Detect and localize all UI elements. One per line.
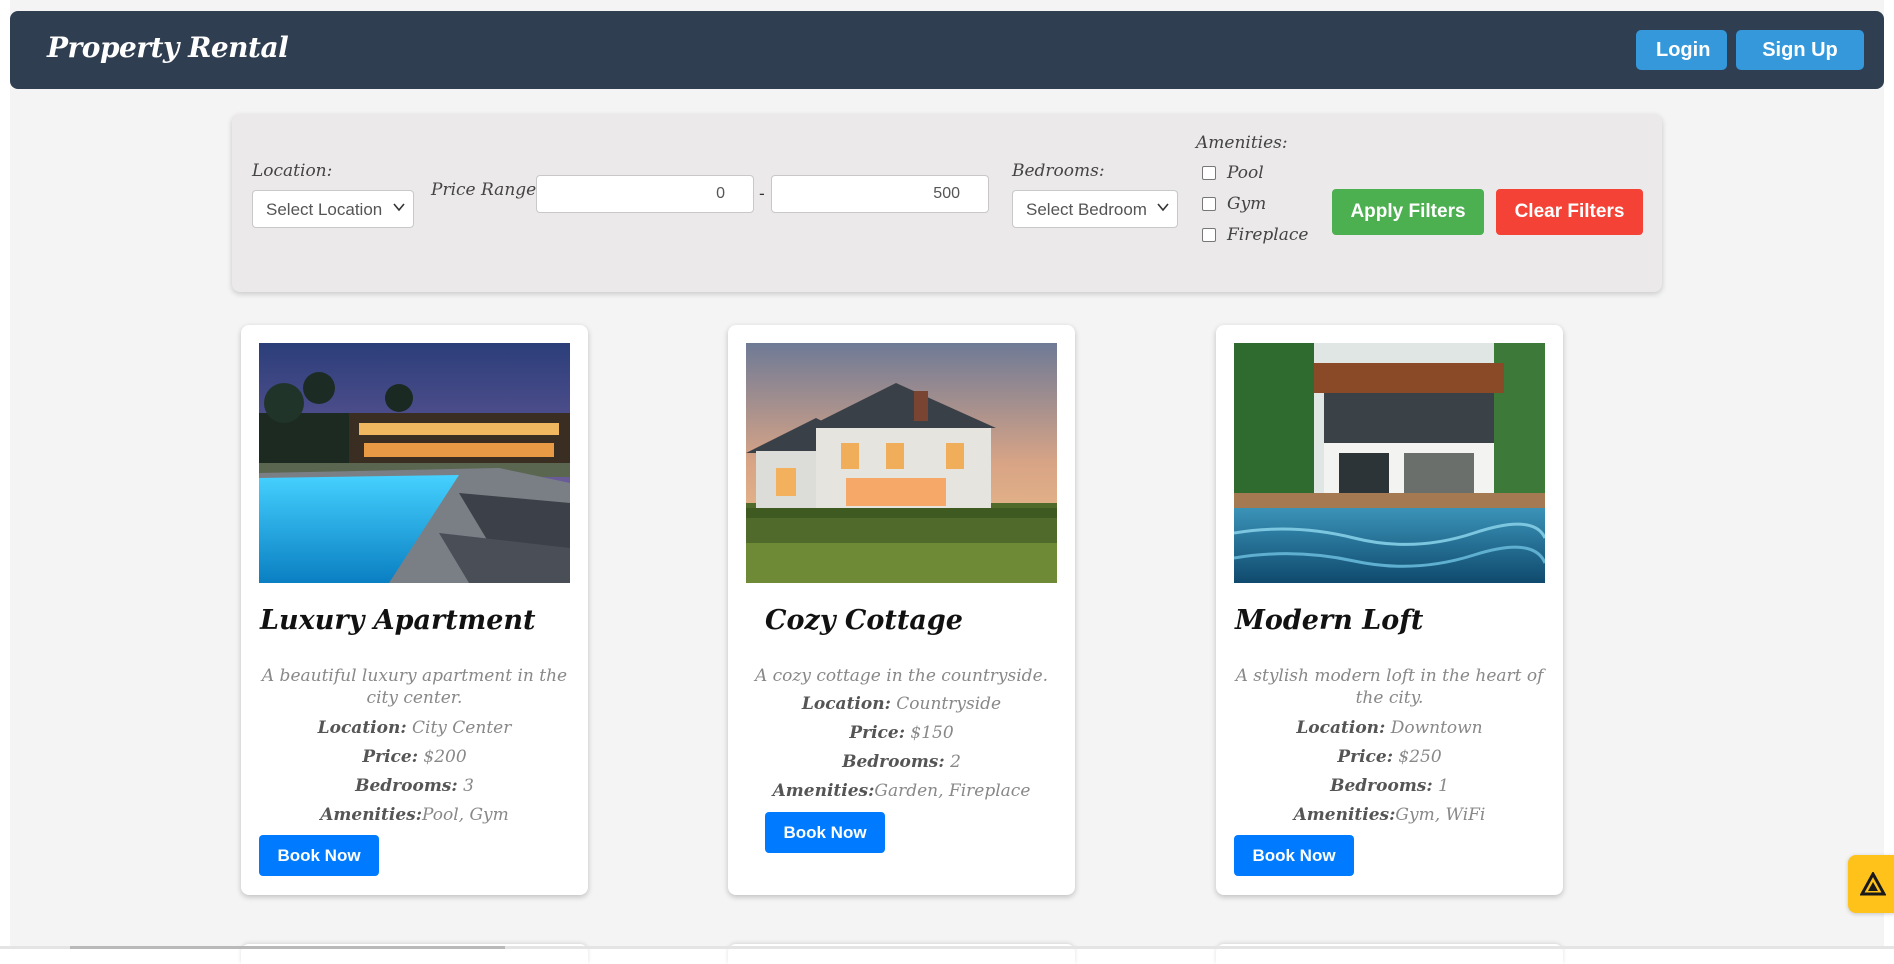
- location-value: City Center: [412, 718, 512, 738]
- property-location: Location: City Center: [241, 718, 588, 738]
- bedrooms-key: Bedrooms:: [355, 776, 458, 796]
- property-price: Price: $150: [728, 723, 1075, 743]
- amenities-key: Amenities:: [772, 781, 875, 801]
- property-card-luxury-apartment: Luxury Apartment A beautiful luxury apar…: [241, 325, 588, 895]
- property-description: A beautiful luxury apartment in the city…: [261, 666, 568, 708]
- chevron-down-icon: [393, 200, 405, 217]
- amenity-checkbox-pool[interactable]: [1202, 166, 1216, 180]
- property-location: Location: Countryside: [728, 694, 1075, 714]
- amenities-key: Amenities:: [320, 805, 422, 825]
- property-description: A stylish modern loft in the heart of th…: [1235, 666, 1544, 708]
- property-image-modern-house: [1234, 343, 1545, 583]
- location-key: Location:: [801, 694, 891, 714]
- filter-panel: Location: Select Location Price Range: -…: [232, 114, 1662, 292]
- amenity-label-pool: Pool: [1227, 163, 1264, 183]
- amenities-value: Gym, WiFi: [1395, 805, 1486, 825]
- price-value: $250: [1398, 747, 1442, 767]
- price-value: $200: [423, 747, 467, 767]
- amenities-key: Amenities:: [1293, 805, 1396, 825]
- floating-help-widget[interactable]: [1848, 855, 1894, 913]
- property-amenities: Amenities:Garden, Fireplace: [728, 781, 1075, 801]
- property-bedrooms: Bedrooms: 3: [241, 776, 588, 796]
- property-amenities: Amenities:Pool, Gym: [241, 805, 588, 825]
- amenity-checkbox-gym[interactable]: [1202, 197, 1216, 211]
- book-now-button[interactable]: Book Now: [1234, 835, 1354, 876]
- price-key: Price:: [849, 723, 905, 743]
- property-bedrooms: Bedrooms: 2: [728, 752, 1075, 772]
- price-key: Price:: [362, 747, 418, 767]
- price-key: Price:: [1337, 747, 1393, 767]
- bedrooms-select[interactable]: Select Bedroom: [1012, 190, 1178, 228]
- location-value: Countryside: [896, 694, 1002, 714]
- property-bedrooms: Bedrooms: 1: [1216, 776, 1563, 796]
- property-price: Price: $250: [1216, 747, 1563, 767]
- location-key: Location:: [317, 718, 407, 738]
- signup-button[interactable]: Sign Up: [1736, 30, 1864, 70]
- price-max-input[interactable]: [771, 175, 989, 213]
- bedrooms-key: Bedrooms:: [842, 752, 945, 772]
- brand-logo-text[interactable]: Property Rental: [47, 31, 289, 64]
- location-value: Downtown: [1390, 718, 1483, 738]
- bedrooms-value: 1: [1438, 776, 1449, 796]
- amenity-checkbox-fireplace[interactable]: [1202, 228, 1216, 242]
- amenities-value: Pool, Gym: [422, 805, 509, 825]
- location-select[interactable]: Select Location: [252, 190, 414, 228]
- location-label: Location:: [252, 161, 333, 181]
- property-location: Location: Downtown: [1216, 718, 1563, 738]
- bedrooms-key: Bedrooms:: [1330, 776, 1433, 796]
- login-button[interactable]: Login: [1636, 30, 1727, 70]
- property-description: A cozy cottage in the countryside.: [754, 666, 1049, 686]
- property-image-pool-villa: [259, 343, 570, 583]
- clear-filters-button[interactable]: Clear Filters: [1496, 189, 1643, 235]
- property-card-cozy-cottage: Cozy Cottage A cozy cottage in the count…: [728, 325, 1075, 895]
- navbar: Property Rental Login Sign Up: [10, 11, 1884, 89]
- property-title: Modern Loft: [1235, 605, 1424, 636]
- price-min-input[interactable]: [536, 175, 754, 213]
- property-image-cottage: [746, 343, 1057, 583]
- property-price: Price: $200: [241, 747, 588, 767]
- price-range-label: Price Range:: [431, 180, 542, 200]
- chevron-down-icon: [1157, 200, 1169, 217]
- property-title: Luxury Apartment: [260, 605, 536, 636]
- bedrooms-label: Bedrooms:: [1012, 161, 1105, 181]
- triangle-logo-icon: [1860, 872, 1886, 896]
- book-now-button[interactable]: Book Now: [765, 812, 885, 853]
- bedrooms-select-value: Select Bedroom: [1026, 200, 1147, 219]
- book-now-button[interactable]: Book Now: [259, 835, 379, 876]
- amenities-value: Garden, Fireplace: [874, 781, 1031, 801]
- price-value: $150: [910, 723, 954, 743]
- amenity-label-fireplace: Fireplace: [1227, 225, 1309, 245]
- price-separator: -: [759, 184, 765, 203]
- property-card-modern-loft: Modern Loft A stylish modern loft in the…: [1216, 325, 1563, 895]
- amenities-label: Amenities:: [1196, 133, 1288, 153]
- property-title: Cozy Cottage: [765, 605, 963, 636]
- bedrooms-value: 3: [463, 776, 474, 796]
- bedrooms-value: 2: [950, 752, 961, 772]
- location-key: Location:: [1296, 718, 1386, 738]
- amenity-label-gym: Gym: [1227, 194, 1267, 214]
- property-amenities: Amenities:Gym, WiFi: [1216, 805, 1563, 825]
- apply-filters-button[interactable]: Apply Filters: [1332, 189, 1484, 235]
- location-select-value: Select Location: [266, 200, 383, 219]
